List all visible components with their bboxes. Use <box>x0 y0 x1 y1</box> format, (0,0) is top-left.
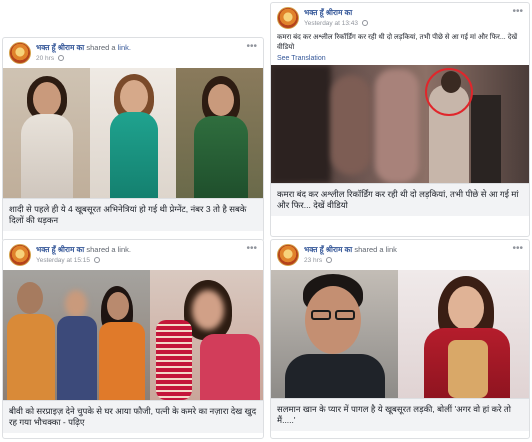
link-caption[interactable]: बीवी को सरप्राइज़ देने चुपके से घर आया फ… <box>3 400 263 433</box>
red-circle-highlight <box>425 68 473 116</box>
post-header: भक्त हूँ श्रीराम का Yesterday at 13:43 •… <box>271 3 529 33</box>
bride-photo <box>149 270 263 400</box>
page-name-link[interactable]: भक्त हूँ श्रीराम का <box>304 8 352 17</box>
more-options-icon[interactable]: ••• <box>246 243 257 254</box>
post-message: कमरा बंद कर अश्लील रिकॉर्डिंग कर रही थी … <box>277 34 518 51</box>
shared-link-word[interactable]: link. <box>118 43 131 52</box>
post-card-soldier: भक्त हूँ श्रीराम का shared a link. Yeste… <box>2 239 264 439</box>
page-name-link[interactable]: भक्त हूँ श्रीराम का <box>36 43 84 52</box>
link-caption[interactable]: कमरा बंद कर अश्लील रिकॉर्डिंग कर रही थी … <box>271 183 529 216</box>
post-action-text: shared a <box>86 43 116 52</box>
post-card-salman: भक्त हूँ श्रीराम का shared a link 23 hrs… <box>270 239 530 439</box>
actress-photo-3 <box>175 68 263 198</box>
post-header: भक्त हूँ श्रीराम का shared a link 23 hrs… <box>271 240 529 270</box>
page-avatar-icon[interactable] <box>277 244 299 266</box>
link-preview-image[interactable] <box>271 270 529 398</box>
video-preview-image[interactable] <box>271 65 529 183</box>
page-name-link[interactable]: भक्त हूँ श्रीराम का <box>304 245 352 254</box>
link-preview-image[interactable] <box>3 270 263 400</box>
actress-photo-1 <box>3 68 91 198</box>
more-options-icon[interactable]: ••• <box>246 41 257 52</box>
globe-icon <box>57 55 64 61</box>
globe-icon <box>361 20 368 26</box>
page-name-link[interactable]: भक्त हूँ श्रीराम का <box>36 245 84 254</box>
post-timestamp[interactable]: 20 hrs <box>36 55 54 62</box>
globe-icon <box>93 257 100 263</box>
post-timestamp[interactable]: Yesterday at 15:15 <box>36 257 90 264</box>
actress-photo-2 <box>90 68 176 198</box>
link-caption[interactable]: शादी से पहले ही ये 4 खूबसूरत अभिनेत्रिया… <box>3 198 263 231</box>
post-card-video: भक्त हूँ श्रीराम का Yesterday at 13:43 •… <box>270 2 530 237</box>
globe-icon <box>325 257 332 263</box>
post-card-actresses: भक्त हूँ श्रीराम का shared a link. 20 hr… <box>2 37 264 242</box>
post-action-text: shared a link <box>354 245 397 254</box>
couple-photo <box>3 270 150 400</box>
see-translation-link[interactable]: See Translation <box>271 53 529 65</box>
post-header: भक्त हूँ श्रीराम का shared a link. Yeste… <box>3 240 263 270</box>
post-timestamp[interactable]: Yesterday at 13:43 <box>304 20 358 27</box>
post-action-text: shared a link. <box>86 245 131 254</box>
more-options-icon[interactable]: ••• <box>512 6 523 17</box>
actor-photo <box>271 270 399 398</box>
woman-photo <box>398 270 529 398</box>
post-header: भक्त हूँ श्रीराम का shared a link. 20 hr… <box>3 38 263 68</box>
link-preview-image[interactable] <box>3 68 263 198</box>
page-avatar-icon[interactable] <box>277 7 299 29</box>
link-caption[interactable]: सलमान खान के प्यार में पागल है ये खूबसूर… <box>271 398 529 431</box>
page-avatar-icon[interactable] <box>9 244 31 266</box>
more-options-icon[interactable]: ••• <box>512 243 523 254</box>
page-avatar-icon[interactable] <box>9 42 31 64</box>
post-timestamp[interactable]: 23 hrs <box>304 257 322 264</box>
